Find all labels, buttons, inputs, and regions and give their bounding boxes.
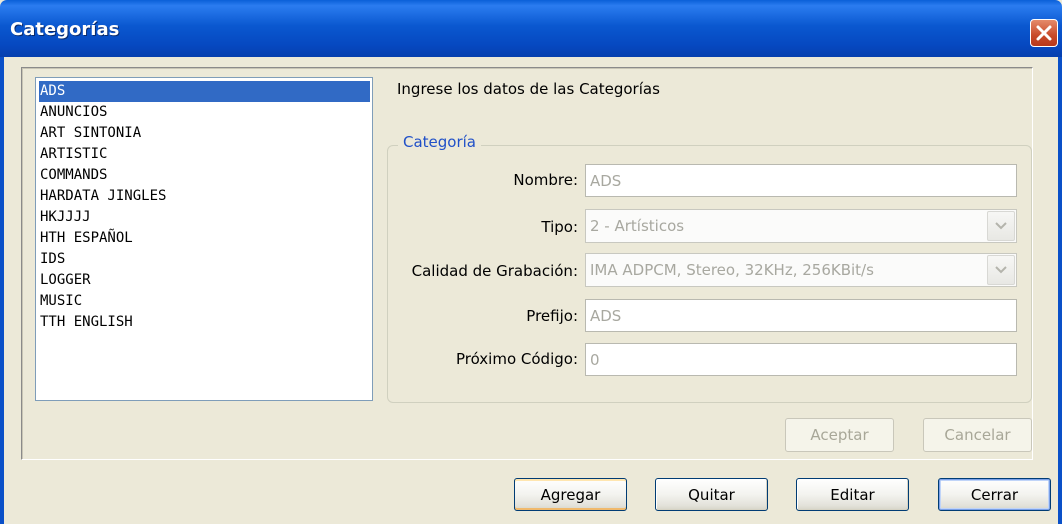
- cerrar-button[interactable]: Cerrar: [938, 478, 1051, 511]
- tipo-label: Tipo:: [541, 218, 578, 236]
- calidad-select-value: IMA ADPCM, Stereo, 32KHz, 256KBit/s: [590, 261, 874, 279]
- list-item-hth-espanol[interactable]: HTH ESPAÑOL: [39, 228, 370, 249]
- title-bar[interactable]: Categorías: [0, 0, 1062, 57]
- list-item-commands[interactable]: COMMANDS: [39, 165, 370, 186]
- window-title: Categorías: [10, 19, 120, 40]
- window-border-right: [1058, 57, 1062, 524]
- list-item-music[interactable]: MUSIC: [39, 291, 370, 312]
- groupbox-title: Categoría: [398, 133, 482, 151]
- aceptar-button[interactable]: Aceptar: [785, 418, 894, 452]
- list-item-logger[interactable]: LOGGER: [39, 270, 370, 291]
- calidad-dropdown-button[interactable]: [987, 255, 1015, 285]
- tipo-select-value: 2 - Artísticos: [590, 217, 685, 235]
- categorias-dialog: Categorías ADS ANUNCIOS ART SINTONIA ART…: [0, 0, 1062, 524]
- intro-text: Ingrese los datos de las Categorías: [397, 80, 660, 98]
- list-item-hkjjjj[interactable]: HKJJJJ: [39, 207, 370, 228]
- nombre-label: Nombre:: [513, 171, 578, 189]
- list-item-artistic[interactable]: ARTISTIC: [39, 144, 370, 165]
- close-icon: [1036, 25, 1052, 41]
- nombre-field[interactable]: ADS: [585, 164, 1017, 197]
- categories-list[interactable]: ADS ANUNCIOS ART SINTONIA ARTISTIC COMMA…: [35, 77, 373, 401]
- tipo-select[interactable]: 2 - Artísticos: [585, 209, 1017, 243]
- prefijo-field[interactable]: ADS: [585, 299, 1017, 332]
- proximo-codigo-label: Próximo Código:: [455, 350, 578, 368]
- window-border-left: [0, 57, 4, 524]
- prefijo-label: Prefijo:: [526, 307, 578, 325]
- calidad-select[interactable]: IMA ADPCM, Stereo, 32KHz, 256KBit/s: [585, 253, 1017, 287]
- list-item-hardata-jingles[interactable]: HARDATA JINGLES: [39, 186, 370, 207]
- close-button[interactable]: [1030, 19, 1058, 47]
- cancelar-button[interactable]: Cancelar: [923, 418, 1032, 452]
- list-item-ids[interactable]: IDS: [39, 249, 370, 270]
- list-item-art-sintonia[interactable]: ART SINTONIA: [39, 123, 370, 144]
- list-item-tth-english[interactable]: TTH ENGLISH: [39, 312, 370, 333]
- editar-button[interactable]: Editar: [796, 478, 909, 511]
- chevron-down-icon: [995, 222, 1007, 230]
- list-item-anuncios[interactable]: ANUNCIOS: [39, 102, 370, 123]
- list-item-ads[interactable]: ADS: [39, 81, 370, 102]
- agregar-button[interactable]: Agregar: [514, 478, 627, 511]
- tipo-dropdown-button[interactable]: [987, 211, 1015, 241]
- calidad-label: Calidad de Grabación:: [411, 262, 578, 280]
- quitar-button[interactable]: Quitar: [655, 478, 768, 511]
- proximo-codigo-field[interactable]: 0: [585, 343, 1017, 376]
- chevron-down-icon: [995, 266, 1007, 274]
